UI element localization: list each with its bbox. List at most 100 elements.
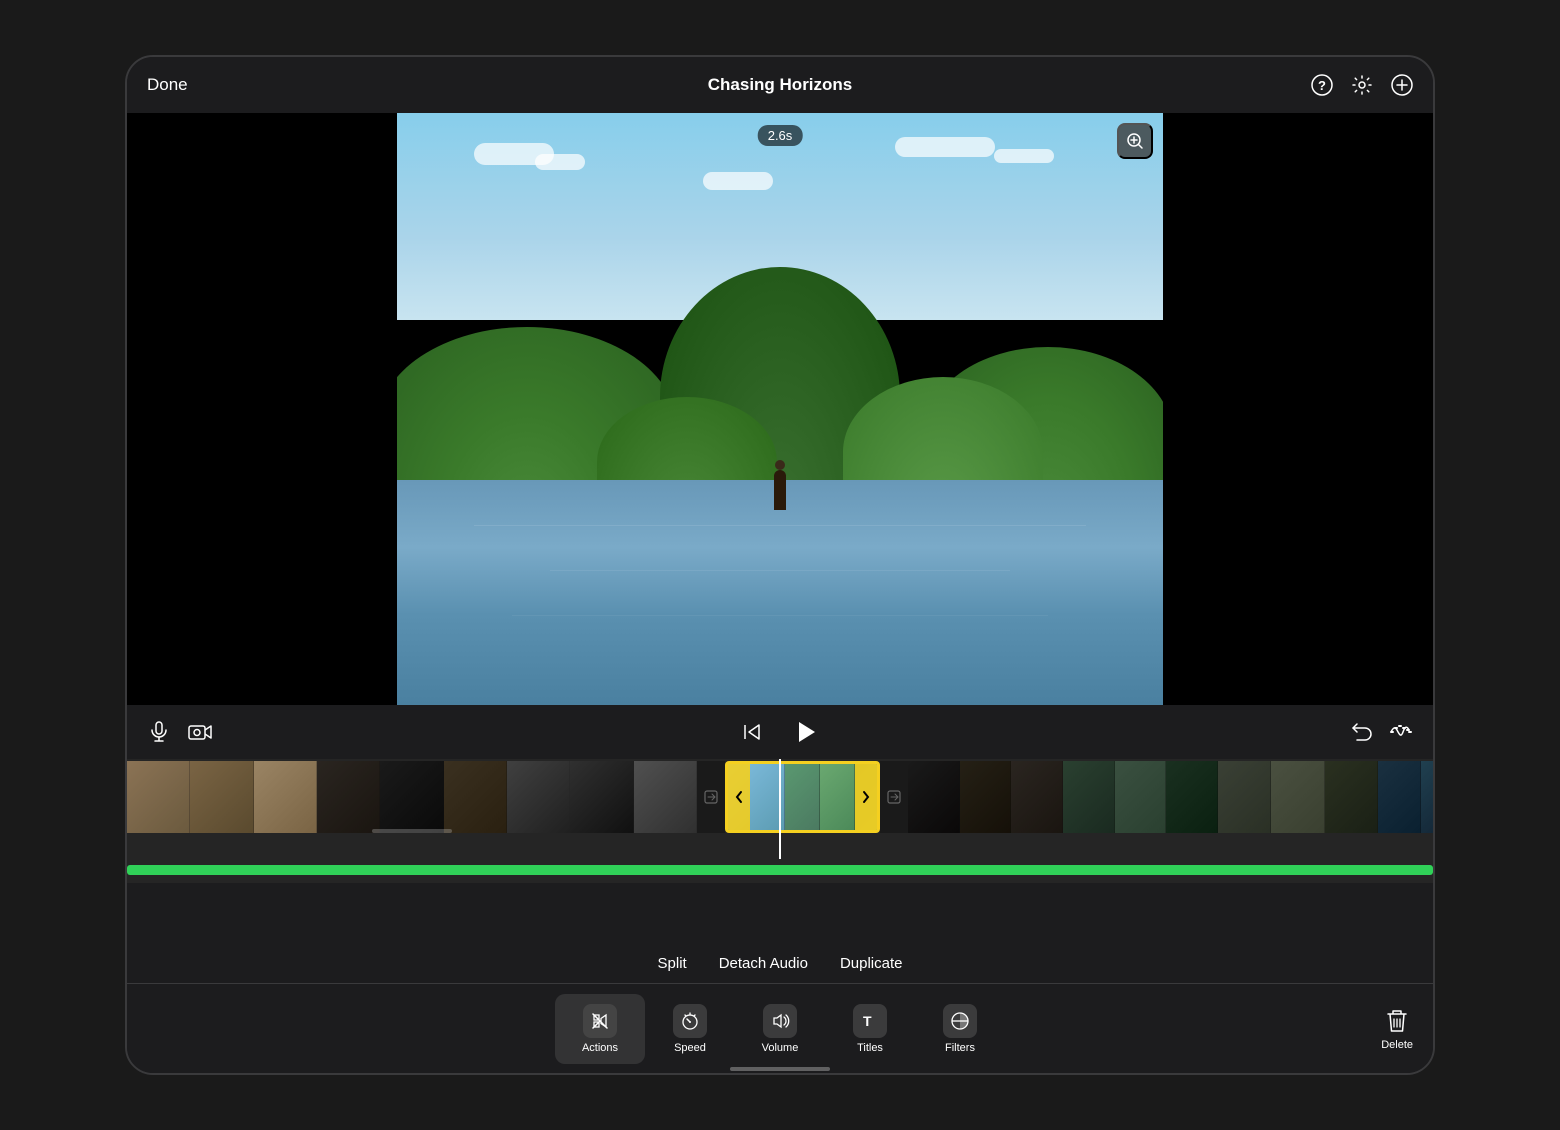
context-menu-bar: Split Detach Audio Duplicate: [127, 943, 1433, 983]
help-button[interactable]: ?: [1311, 74, 1333, 96]
actions-icon: [583, 1004, 617, 1038]
clip-1-thumb: [127, 761, 317, 833]
clip-6[interactable]: [1218, 761, 1378, 833]
clip-7[interactable]: [1378, 761, 1433, 833]
clip-2-thumb: [317, 761, 507, 833]
timeline-scroll: [127, 759, 1433, 835]
thumb-seg: [1325, 761, 1378, 833]
clip-5-thumb: [1063, 761, 1218, 833]
delete-label: Delete: [1381, 1039, 1413, 1051]
thumb-seg: [1218, 761, 1271, 833]
black-left: [127, 113, 397, 705]
top-bar-left: Done: [147, 75, 188, 95]
project-title: Chasing Horizons: [708, 75, 853, 95]
add-button[interactable]: [1391, 74, 1413, 96]
water: [397, 480, 1163, 705]
thumb-seg: [1115, 761, 1167, 833]
volume-tool-button[interactable]: Volume: [735, 994, 825, 1064]
controls-left: [147, 720, 213, 744]
undo-button[interactable]: [1349, 720, 1373, 744]
microphone-button[interactable]: [147, 720, 171, 744]
actions-tool-button[interactable]: Actions: [555, 994, 645, 1064]
actions-label: Actions: [582, 1042, 618, 1054]
delete-button[interactable]: Delete: [1381, 1007, 1413, 1051]
cloud-3: [895, 137, 995, 157]
speed-label: Speed: [674, 1042, 706, 1054]
thumb-seg: [1378, 761, 1421, 833]
person-silhouette: [774, 470, 786, 510]
duplicate-button[interactable]: Duplicate: [840, 955, 903, 972]
clip-2[interactable]: [317, 761, 507, 833]
transition-icon-1[interactable]: [697, 761, 725, 833]
filters-tool-button[interactable]: Filters: [915, 994, 1005, 1064]
thumb-seg: [444, 761, 507, 833]
reflection-line-1: [474, 525, 1087, 526]
scroll-indicator: [730, 1067, 830, 1071]
camera-button[interactable]: [187, 721, 213, 743]
thumb-seg: [507, 761, 570, 833]
clip-4-thumb: [908, 761, 1063, 833]
reflection-line-2: [550, 570, 1010, 571]
speed-icon: [673, 1004, 707, 1038]
play-button[interactable]: [791, 718, 819, 746]
cloud-2: [535, 154, 585, 170]
done-button[interactable]: Done: [147, 75, 188, 95]
clip-1[interactable]: [127, 761, 317, 833]
titles-tool-button[interactable]: T Titles: [825, 994, 915, 1064]
thumb-seg: [1166, 761, 1218, 833]
top-bar-right: ?: [1311, 74, 1413, 96]
thumb-seg: [785, 764, 820, 833]
thumb-seg: [960, 761, 1012, 833]
selected-clip[interactable]: [725, 761, 880, 833]
thumb-seg: [254, 761, 317, 833]
cloud-4: [994, 149, 1054, 163]
audio-bar: [127, 865, 1433, 875]
reflection-line-3: [512, 615, 1048, 616]
speed-tool-button[interactable]: Speed: [645, 994, 735, 1064]
skip-back-button[interactable]: [741, 721, 763, 743]
audio-track: [127, 859, 1433, 883]
timestamp-badge: 2.6s: [758, 125, 803, 146]
clip-handle-right[interactable]: [855, 764, 877, 830]
black-right: [1163, 113, 1433, 705]
thumb-seg: [190, 761, 253, 833]
thumb-seg: [1421, 761, 1433, 833]
thumb-seg: [1063, 761, 1115, 833]
clip-3-thumb: [507, 761, 697, 833]
volume-icon: [763, 1004, 797, 1038]
detach-audio-button[interactable]: Detach Audio: [719, 955, 808, 972]
toolbar-items: Actions Speed: [555, 994, 1005, 1064]
thumb-seg: [1011, 761, 1063, 833]
thumb-seg: [750, 764, 785, 833]
volume-label: Volume: [762, 1042, 799, 1054]
clip-7-thumb: [1378, 761, 1433, 833]
playback-controls: [741, 718, 819, 746]
transition-icon-2[interactable]: [880, 761, 908, 833]
settings-button[interactable]: [1351, 74, 1373, 96]
thumb-seg: [908, 761, 960, 833]
video-canvas: 2.6s: [397, 113, 1163, 705]
titles-icon: T: [853, 1004, 887, 1038]
clip-5[interactable]: [1063, 761, 1218, 833]
video-preview-container: 2.6s: [127, 113, 1433, 705]
split-button[interactable]: Split: [658, 955, 687, 972]
zoom-button[interactable]: [1117, 123, 1153, 159]
thumb-seg: [317, 761, 380, 833]
clip-3[interactable]: [507, 761, 697, 833]
clip-4[interactable]: [908, 761, 1063, 833]
selected-clip-thumb: [750, 764, 855, 833]
clip-handle-left[interactable]: [728, 764, 750, 830]
audio-levels-button[interactable]: [1389, 720, 1413, 744]
device-frame: Done Chasing Horizons ?: [125, 55, 1435, 1075]
thumb-seg: [570, 761, 633, 833]
timeline-area[interactable]: [127, 759, 1433, 859]
svg-text:?: ?: [1318, 78, 1326, 93]
timeline-spacer: [127, 883, 1433, 943]
controls-right: [1349, 720, 1413, 744]
thumb-seg: [127, 761, 190, 833]
thumb-seg: [820, 764, 855, 833]
controls-bar: [127, 705, 1433, 759]
bottom-toolbar: Actions Speed: [127, 983, 1433, 1073]
titles-label: Titles: [857, 1042, 883, 1054]
thumb-seg: [634, 761, 697, 833]
